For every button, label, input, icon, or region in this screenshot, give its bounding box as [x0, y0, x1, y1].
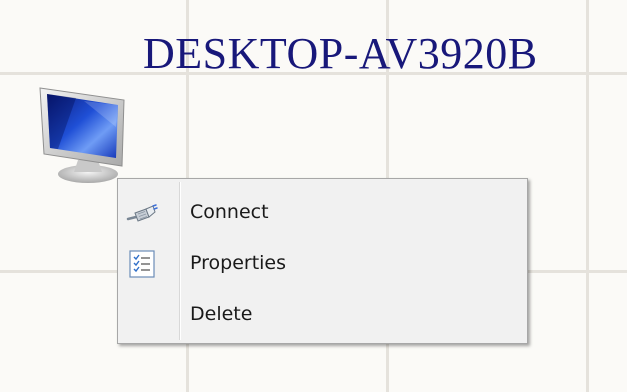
menu-item-connect[interactable]: Connect: [120, 191, 525, 235]
context-menu: Connect Properties Delete: [117, 178, 528, 344]
computer-node[interactable]: [36, 82, 136, 192]
menu-item-label: Properties: [190, 252, 287, 274]
computer-monitor-icon: [39, 87, 125, 183]
properties-checklist-icon: [126, 248, 158, 280]
menu-item-delete[interactable]: Delete: [120, 293, 525, 337]
menu-item-label: Connect: [190, 201, 269, 223]
menu-item-properties[interactable]: Properties: [120, 242, 525, 286]
menu-item-label: Delete: [190, 303, 253, 325]
node-title: DESKTOP-AV3920B: [143, 29, 538, 78]
network-cable-plug-icon: [126, 197, 158, 229]
